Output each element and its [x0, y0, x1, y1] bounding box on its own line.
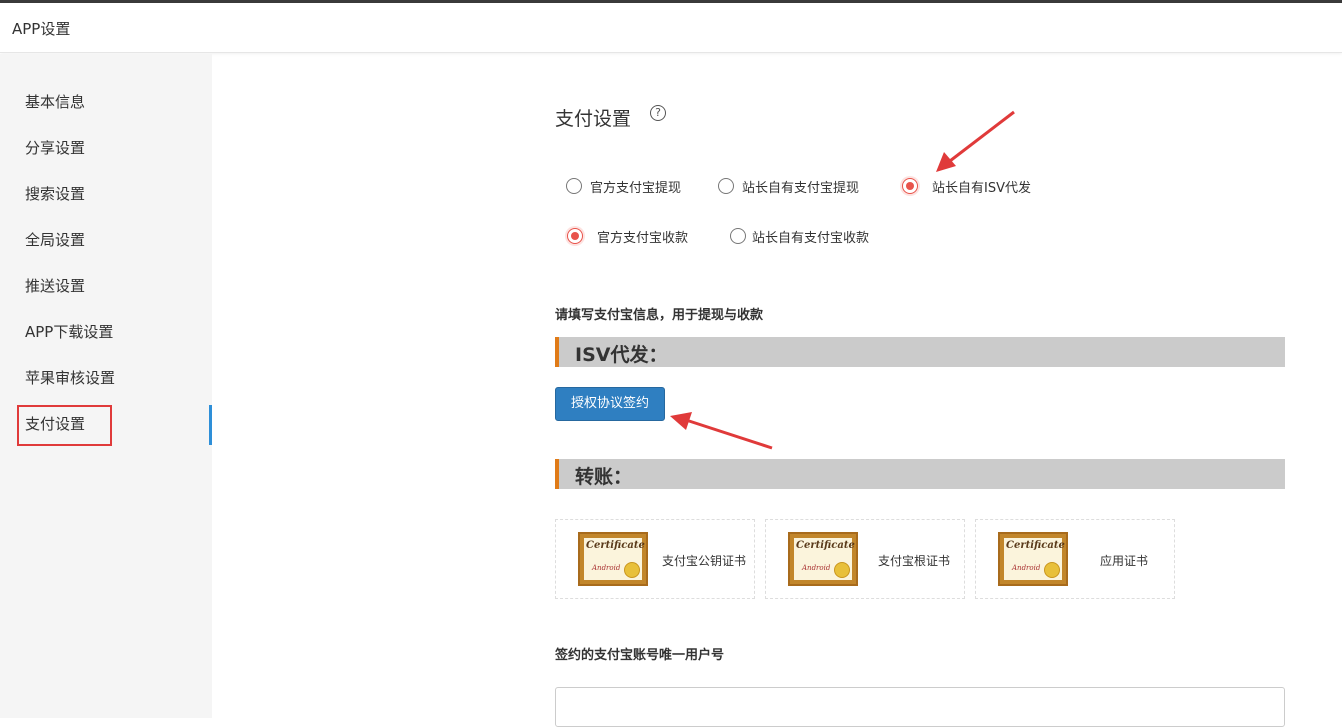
radio-official-alipay-collect[interactable]: 官方支付宝收款	[567, 226, 688, 246]
main-content: 支付设置 ? 官方支付宝提现 站长自有支付宝提现 站长自有ISV代发 官方支付宝…	[212, 54, 1342, 727]
cert-upload-alipay-public-key[interactable]: Certificate Android 支付宝公钥证书	[555, 519, 755, 599]
sidebar-item-global-settings[interactable]: 全局设置	[25, 228, 85, 252]
certificate-icon: Certificate Android	[788, 532, 858, 586]
radio-official-alipay-withdraw[interactable]: 官方支付宝提现	[566, 176, 681, 196]
transfer-section-header: 转账：	[555, 459, 1285, 489]
transfer-heading: 转账：	[575, 466, 633, 488]
info-hint: 请填写支付宝信息，用于提现与收款	[555, 308, 764, 323]
sidebar: 基本信息 分享设置 搜索设置 全局设置 推送设置 APP下载设置 苹果审核设置 …	[0, 54, 212, 718]
accent-bar	[555, 459, 559, 489]
radio-label: 官方支付宝提现	[590, 180, 682, 196]
sidebar-item-apple-review-settings[interactable]: 苹果审核设置	[25, 366, 115, 390]
seal-icon	[834, 562, 850, 578]
sidebar-item-search-settings[interactable]: 搜索设置	[25, 182, 85, 206]
cert-label: 支付宝根证书	[878, 554, 951, 568]
certificate-icon: Certificate Android	[578, 532, 648, 586]
radio-owner-alipay-collect[interactable]: 站长自有支付宝收款	[730, 226, 869, 246]
radio-checked-icon[interactable]	[902, 178, 918, 194]
alipay-uid-input[interactable]	[555, 687, 1285, 727]
cert-upload-app[interactable]: Certificate Android 应用证书	[975, 519, 1175, 599]
radio-circle-icon[interactable]	[718, 178, 734, 194]
cert-upload-alipay-root[interactable]: Certificate Android 支付宝根证书	[765, 519, 965, 599]
sidebar-item-payment-settings[interactable]: 支付设置	[25, 412, 85, 436]
page-title: APP设置	[12, 20, 71, 38]
isv-heading: ISV代发：	[575, 344, 668, 366]
radio-owner-isv-payout[interactable]: 站长自有ISV代发	[902, 176, 1031, 196]
seal-icon	[1044, 562, 1060, 578]
radio-label: 站长自有支付宝收款	[752, 230, 870, 246]
annotation-arrow-icon	[670, 412, 773, 450]
isv-section-header: ISV代发：	[555, 337, 1285, 367]
cert-label: 支付宝公钥证书	[662, 554, 747, 568]
app-header: APP设置	[0, 3, 1342, 53]
alipay-uid-label: 签约的支付宝账号唯一用户号	[555, 648, 725, 663]
auth-agreement-button[interactable]: 授权协议签约	[555, 387, 665, 421]
sidebar-item-push-settings[interactable]: 推送设置	[25, 274, 85, 298]
accent-bar	[555, 337, 559, 367]
help-icon[interactable]: ?	[650, 105, 666, 121]
radio-label: 站长自有ISV代发	[932, 180, 1031, 196]
sidebar-item-basic-info[interactable]: 基本信息	[25, 90, 85, 114]
radio-label: 站长自有支付宝提现	[742, 180, 860, 196]
radio-owner-alipay-withdraw[interactable]: 站长自有支付宝提现	[718, 176, 859, 196]
radio-circle-icon[interactable]	[566, 178, 582, 194]
cert-label: 应用证书	[1100, 554, 1149, 568]
section-title: 支付设置	[555, 108, 632, 130]
seal-icon	[624, 562, 640, 578]
radio-checked-icon[interactable]	[567, 228, 583, 244]
annotation-arrow-icon	[936, 110, 1015, 172]
radio-circle-icon[interactable]	[730, 228, 746, 244]
certificate-icon: Certificate Android	[998, 532, 1068, 586]
sidebar-item-app-download-settings[interactable]: APP下载设置	[25, 320, 113, 344]
sidebar-item-share-settings[interactable]: 分享设置	[25, 136, 85, 160]
radio-label: 官方支付宝收款	[597, 230, 689, 246]
